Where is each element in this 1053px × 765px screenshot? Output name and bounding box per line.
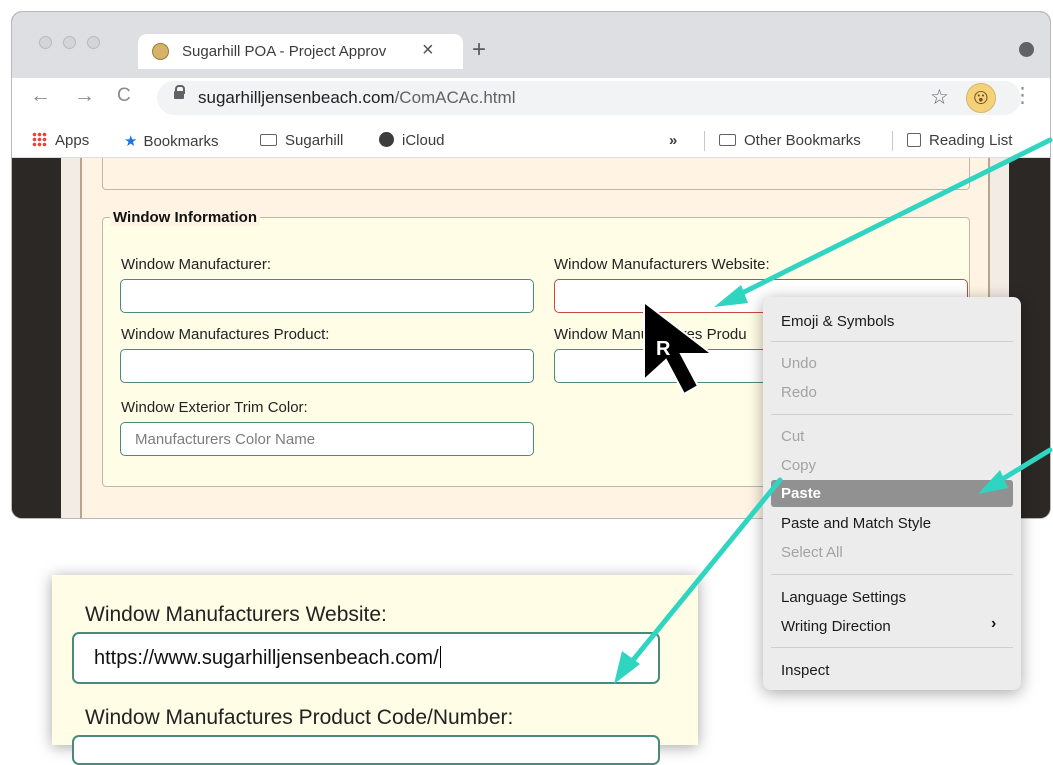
window-exterior-trim-color-input[interactable]: Manufacturers Color Name [120,422,534,456]
bookmark-sugarhill[interactable]: Sugarhill [260,132,343,149]
window-manufactures-product-label: Window Manufactures Product: [121,326,330,343]
menu-divider [771,574,1013,575]
tab-search-icon[interactable] [1019,42,1034,57]
tab-title: Sugarhill POA - Project Approv [182,43,387,60]
submenu-chevron-icon: › [991,615,997,632]
bookmarks-overflow-button[interactable]: » [669,132,677,149]
forward-button[interactable]: → [74,84,95,108]
browser-tab[interactable]: Sugarhill POA - Project Approv × [138,34,463,69]
browser-toolbar: ← → C sugarhilljensenbeach.com/ComACAc.h… [12,78,1050,124]
address-bar[interactable]: sugarhilljensenbeach.com/ComACAc.html ☆ [157,81,1021,115]
bookmark-icloud[interactable]: iCloud [379,132,445,149]
window-exterior-trim-color-label: Window Exterior Trim Color: [121,399,308,416]
menu-item-redo[interactable]: Redo [781,384,817,401]
divider [704,131,705,151]
tab-strip: Sugarhill POA - Project Approv × + [12,12,1050,87]
zoom-website-value: https://www.sugarhilljensenbeach.com/ [94,647,439,669]
mouse-cursor-icon: R [643,299,715,396]
close-window-button[interactable] [39,36,52,49]
profile-avatar[interactable]: 😮 [966,83,996,113]
window-manufacturer-label: Window Manufacturer: [121,256,272,273]
menu-divider [771,647,1013,648]
menu-item-paste-match-style[interactable]: Paste and Match Style [781,515,931,532]
folder-icon [719,134,736,146]
menu-item-cut[interactable]: Cut [781,428,804,445]
lock-icon[interactable] [174,85,185,99]
menu-item-emoji-symbols[interactable]: Emoji & Symbols [781,313,894,330]
bookmark-bookmarks[interactable]: ★ Bookmarks [124,132,218,150]
divider [892,131,893,151]
close-tab-icon[interactable]: × [422,40,434,60]
bookmark-star-icon[interactable]: ☆ [930,85,949,110]
menu-item-writing-direction[interactable]: Writing Direction [781,618,891,635]
text-caret [439,646,442,668]
menu-divider [771,414,1013,415]
menu-item-inspect[interactable]: Inspect [781,662,829,679]
star-icon: ★ [124,133,138,150]
folder-icon [260,134,277,146]
menu-item-undo[interactable]: Undo [781,355,817,372]
zoom-window-button[interactable] [87,36,100,49]
minimize-window-button[interactable] [63,36,76,49]
apps-grid-icon [32,132,47,147]
zoom-product-code-label: Window Manufactures Product Code/Number: [85,706,514,729]
new-tab-button[interactable]: + [472,38,486,62]
menu-item-copy[interactable]: Copy [781,457,816,474]
window-manufacturer-input[interactable] [120,279,534,313]
browser-menu-icon[interactable]: ⋮ [1012,83,1033,108]
zoom-website-input[interactable]: https://www.sugarhilljensenbeach.com/ [72,632,660,684]
url-text[interactable]: sugarhilljensenbeach.com/ComACAc.html [198,88,515,108]
reload-button[interactable]: C [117,85,131,107]
fieldset-legend: Window Information [110,209,261,226]
window-manufactures-product-input[interactable] [120,349,534,383]
previous-fieldset [102,158,970,190]
zoom-website-label: Window Manufacturers Website: [85,603,387,626]
bookmark-other-bookmarks[interactable]: Other Bookmarks [719,132,861,149]
reading-list-button[interactable]: Reading List [907,132,1012,149]
site-favicon-icon [152,43,169,60]
reading-list-icon [907,133,921,147]
menu-item-select-all[interactable]: Select All [781,544,843,561]
menu-item-paste[interactable]: Paste [781,485,821,502]
menu-divider [771,341,1013,342]
back-button[interactable]: ← [30,84,51,108]
window-manufacturers-website-label: Window Manufacturers Website: [554,256,770,273]
context-menu: Emoji & Symbols Undo Redo Cut Copy Paste… [763,297,1021,690]
cursor-badge: R [656,338,671,360]
zoom-inset: Window Manufacturers Website: https://ww… [52,575,698,765]
globe-icon [379,132,394,147]
menu-item-language-settings[interactable]: Language Settings [781,589,906,606]
bookmarks-bar: Apps ★ Bookmarks Sugarhill iCloud » Other… [12,124,1050,158]
bookmark-apps[interactable]: Apps [32,132,89,149]
